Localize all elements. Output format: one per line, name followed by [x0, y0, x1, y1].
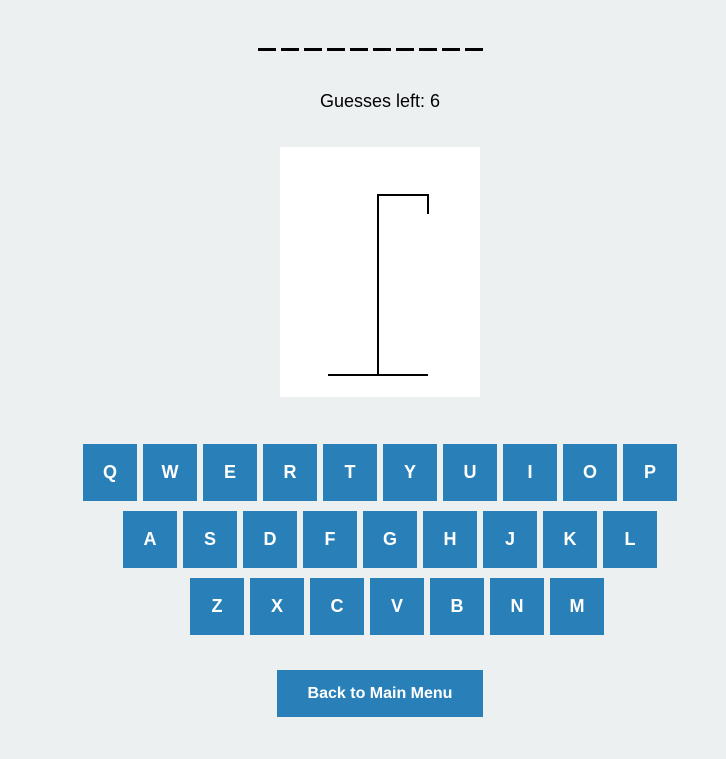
key-m[interactable]: M — [550, 578, 604, 635]
letter-blank — [395, 48, 414, 51]
key-b[interactable]: B — [430, 578, 484, 635]
key-s[interactable]: S — [183, 511, 237, 568]
key-l[interactable]: L — [603, 511, 657, 568]
key-t[interactable]: T — [323, 444, 377, 501]
key-e[interactable]: E — [203, 444, 257, 501]
key-f[interactable]: F — [303, 511, 357, 568]
letter-blank — [303, 48, 322, 51]
key-k[interactable]: K — [543, 511, 597, 568]
gallows-svg — [328, 194, 429, 376]
key-u[interactable]: U — [443, 444, 497, 501]
letter-blank — [372, 48, 391, 51]
letter-blank — [464, 48, 483, 51]
guesses-left-label: Guesses left: 6 — [319, 91, 441, 111]
key-d[interactable]: D — [243, 511, 297, 568]
key-g[interactable]: G — [363, 511, 417, 568]
key-r[interactable]: R — [263, 444, 317, 501]
letter-blank — [418, 48, 437, 51]
key-y[interactable]: Y — [383, 444, 437, 501]
key-z[interactable]: Z — [190, 578, 244, 635]
key-w[interactable]: W — [143, 444, 197, 501]
key-j[interactable]: J — [483, 511, 537, 568]
key-q[interactable]: Q — [83, 444, 137, 501]
letter-blank — [349, 48, 368, 51]
letter-blank — [441, 48, 460, 51]
word-blanks — [0, 38, 726, 51]
key-x[interactable]: X — [250, 578, 304, 635]
key-v[interactable]: V — [370, 578, 424, 635]
key-p[interactable]: P — [623, 444, 677, 501]
key-h[interactable]: H — [423, 511, 477, 568]
letter-blank — [257, 48, 276, 51]
letter-blank — [280, 48, 299, 51]
key-i[interactable]: I — [503, 444, 557, 501]
key-a[interactable]: A — [123, 511, 177, 568]
hangman-drawing — [280, 147, 480, 397]
key-o[interactable]: O — [563, 444, 617, 501]
key-n[interactable]: N — [490, 578, 544, 635]
key-c[interactable]: C — [310, 578, 364, 635]
back-to-main-menu-button[interactable]: Back to Main Menu — [277, 670, 483, 717]
letter-blank — [326, 48, 345, 51]
